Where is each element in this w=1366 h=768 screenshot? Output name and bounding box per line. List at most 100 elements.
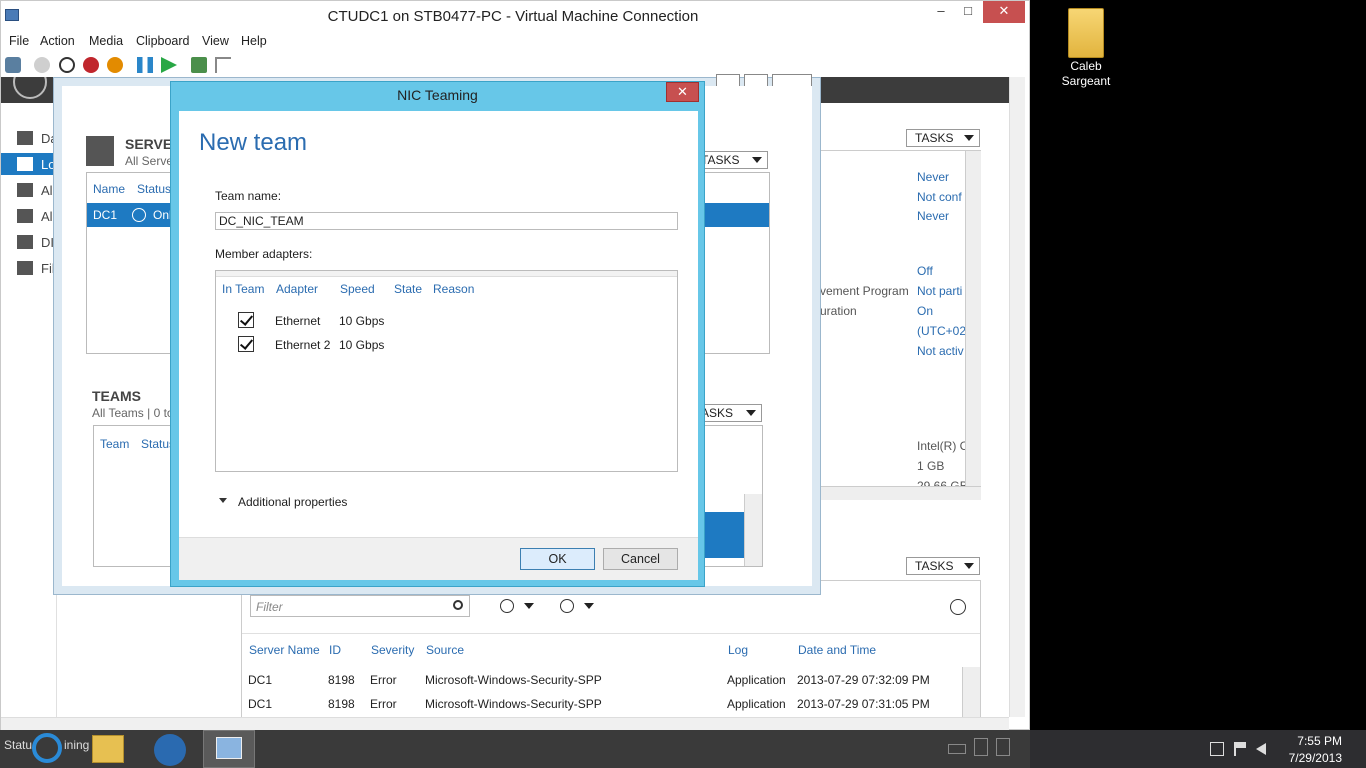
events-filter[interactable]: Filter — [250, 595, 470, 617]
list-view-icon[interactable] — [500, 599, 514, 613]
nav-item-dashboard[interactable]: Da — [1, 127, 58, 149]
nic-teaming-dialog: NIC Teaming ✕ New team Team name: Member… — [170, 81, 705, 587]
resume-icon[interactable] — [161, 57, 177, 73]
guest-horizontal-scrollbar[interactable] — [1, 717, 1009, 731]
properties-tasks-button[interactable]: TASKS — [906, 129, 980, 147]
col-team[interactable]: Team — [100, 437, 129, 451]
col-source[interactable]: Source — [426, 643, 464, 657]
col-severity[interactable]: Severity — [371, 643, 414, 657]
search-icon[interactable] — [453, 600, 463, 610]
in-team-checkbox[interactable] — [238, 312, 254, 328]
vm-connection-taskbar-button[interactable] — [203, 730, 255, 768]
col-state[interactable]: State — [394, 282, 422, 296]
prop-label: vement Program — [820, 284, 909, 298]
ie-icon[interactable] — [32, 733, 62, 763]
prop-value[interactable]: On — [917, 304, 933, 318]
revert-icon[interactable] — [215, 57, 231, 73]
guest-vertical-scrollbar[interactable] — [1009, 77, 1025, 717]
menu-media[interactable]: Media — [89, 34, 123, 48]
col-date-time[interactable]: Date and Time — [798, 643, 876, 657]
clock-time[interactable]: 7:55 PM — [1276, 734, 1342, 748]
desktop-folder[interactable]: Caleb Sargeant — [1050, 6, 1122, 92]
col-name[interactable]: Name — [93, 182, 125, 196]
team-name-input[interactable] — [215, 212, 678, 230]
team-name-label: Team name: — [215, 189, 282, 203]
cancel-button[interactable]: Cancel — [603, 548, 678, 570]
nav-item-file[interactable]: Fil — [1, 257, 57, 279]
save-query-icon[interactable] — [560, 599, 574, 613]
prop-value[interactable]: Not activ — [917, 344, 964, 358]
prop-value[interactable]: (UTC+02 — [917, 324, 966, 338]
table-row[interactable]: DC1 8198 Error Microsoft-Windows-Securit… — [242, 669, 962, 691]
minimize-button[interactable]: – — [929, 1, 953, 23]
nav-item-local[interactable]: Lo — [1, 153, 57, 175]
dashboard-icon — [17, 131, 33, 145]
properties-panel: Never Not conf Never Off vement Program … — [819, 150, 981, 500]
col-log[interactable]: Log — [728, 643, 748, 657]
all-servers-icon — [17, 183, 33, 197]
cell-log: Application — [727, 697, 786, 711]
server-manager-icon[interactable] — [154, 734, 186, 766]
col-adapter[interactable]: Adapter — [276, 282, 318, 296]
prop-value[interactable]: Not parti — [917, 284, 962, 298]
snapshot-icon[interactable] — [191, 57, 207, 73]
save-icon[interactable] — [107, 57, 123, 73]
teams-subtitle: All Teams | 0 to — [92, 406, 174, 420]
ctrl-alt-del-icon[interactable] — [5, 57, 21, 73]
col-server-name[interactable]: Server Name — [249, 643, 320, 657]
menu-action[interactable]: Action — [40, 34, 75, 48]
menu-file[interactable]: File — [9, 34, 29, 48]
nav-label: Al — [41, 183, 53, 198]
shutdown-icon[interactable] — [83, 57, 99, 73]
start-icon[interactable] — [34, 57, 50, 73]
events-tasks-button[interactable]: TASKS — [906, 557, 980, 575]
prop-value[interactable]: Never — [917, 170, 949, 184]
servers-subtitle: All Serve — [125, 154, 174, 168]
volume-icon[interactable] — [1256, 743, 1266, 755]
flag-icon[interactable] — [1234, 742, 1246, 756]
adapter-row-ethernet-2[interactable]: Ethernet 2 10 Gbps — [216, 333, 676, 355]
in-team-checkbox[interactable] — [238, 336, 254, 352]
tasks-label: ASKS — [701, 406, 734, 420]
folder-label-line1: Caleb — [1070, 59, 1102, 73]
keyboard-icon — [948, 744, 966, 754]
pause-icon[interactable] — [137, 57, 153, 73]
col-in-team[interactable]: In Team — [222, 282, 264, 296]
maximize-button[interactable]: □ — [956, 1, 980, 23]
chevron-down-icon — [219, 498, 227, 503]
prop-value[interactable]: Not conf — [917, 190, 962, 204]
col-status[interactable]: Status — [137, 182, 171, 196]
expand-icon[interactable] — [950, 599, 966, 615]
properties-hscroll[interactable] — [820, 486, 981, 500]
properties-vscroll[interactable] — [965, 151, 981, 486]
prop-value[interactable]: Never — [917, 209, 949, 223]
nav-label: Al — [41, 209, 53, 224]
dialog-title: NIC Teaming — [397, 87, 478, 103]
dns-icon — [17, 235, 33, 249]
additional-properties-toggle[interactable]: Additional properties — [219, 493, 419, 511]
turn-off-icon[interactable] — [59, 57, 75, 73]
explorer-icon[interactable] — [92, 735, 124, 763]
adapter-row-ethernet[interactable]: Ethernet 10 Gbps — [216, 309, 676, 331]
ok-button[interactable]: OK — [520, 548, 595, 570]
chevron-down-icon[interactable] — [584, 603, 594, 609]
network-icon[interactable] — [1210, 742, 1224, 756]
nav-item-ad[interactable]: Al — [1, 205, 57, 227]
nav-item-all-servers[interactable]: Al — [1, 179, 57, 201]
col-speed[interactable]: Speed — [340, 282, 375, 296]
col-reason[interactable]: Reason — [433, 282, 474, 296]
dialog-close-button[interactable]: ✕ — [666, 82, 699, 102]
back-button-icon[interactable] — [13, 77, 47, 99]
menu-help[interactable]: Help — [241, 34, 267, 48]
events-vscroll[interactable] — [962, 667, 980, 717]
prop-value[interactable]: Off — [917, 264, 933, 278]
nav-item-dns[interactable]: DI — [1, 231, 57, 253]
teams-vscroll[interactable] — [744, 494, 762, 566]
close-button[interactable]: ✕ — [983, 1, 1025, 23]
clock-date[interactable]: 7/29/2013 — [1276, 751, 1342, 765]
menu-clipboard[interactable]: Clipboard — [136, 34, 190, 48]
menu-view[interactable]: View — [202, 34, 229, 48]
table-row[interactable]: DC1 8198 Error Microsoft-Windows-Securit… — [242, 693, 962, 715]
chevron-down-icon[interactable] — [524, 603, 534, 609]
col-id[interactable]: ID — [329, 643, 341, 657]
